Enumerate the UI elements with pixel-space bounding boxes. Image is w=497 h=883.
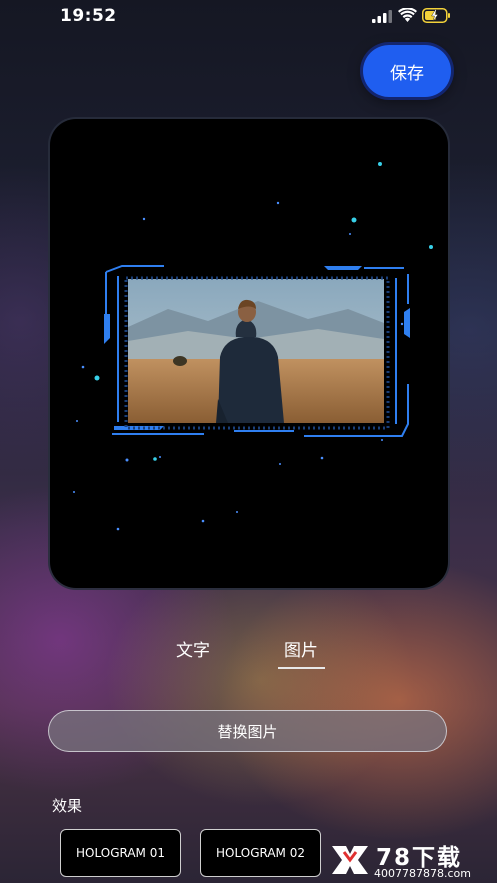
effect-hologram-01-button[interactable]: HOLOGRAM 01 (60, 829, 181, 877)
effects-label: 效果 (52, 797, 83, 815)
battery-charging-icon (422, 8, 450, 23)
tab-image[interactable]: 图片 (284, 636, 318, 661)
watermark-url: 4007787878.com (374, 867, 471, 880)
effect-hologram-02-button[interactable]: HOLOGRAM 02 (200, 829, 321, 877)
save-button[interactable]: 保存 (363, 45, 451, 97)
tab-text[interactable]: 文字 (176, 636, 210, 661)
status-bar: 19:52 (0, 0, 497, 34)
replace-image-button[interactable]: 替换图片 (48, 710, 447, 752)
watermark-logo-icon (332, 846, 368, 874)
preview-card (50, 119, 448, 588)
hologram-frame (104, 265, 410, 437)
watermark: 78下载 4007787878.com (328, 838, 497, 883)
wifi-icon (398, 8, 417, 22)
signal-icon (372, 10, 392, 23)
tab-selected-indicator (278, 667, 325, 669)
status-time: 19:52 (60, 6, 117, 26)
